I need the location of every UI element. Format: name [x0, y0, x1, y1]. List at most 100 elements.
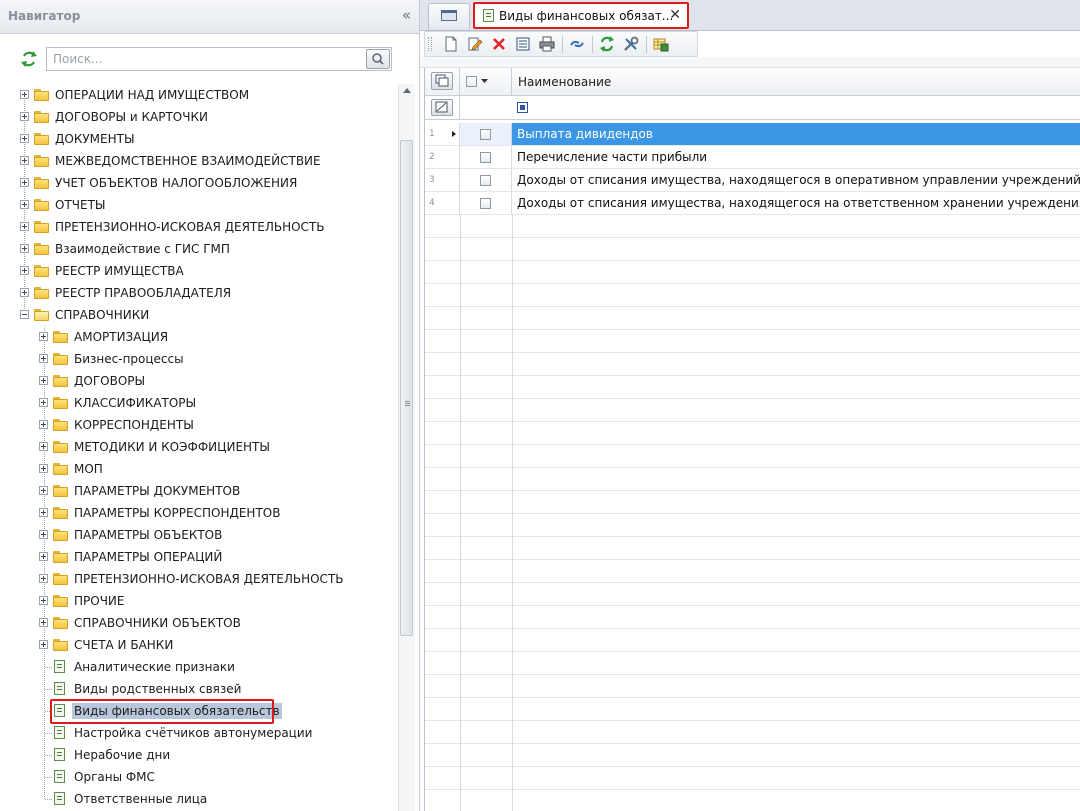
toolbar-grip[interactable] — [428, 37, 432, 51]
expand-icon[interactable] — [20, 156, 29, 165]
expand-icon[interactable] — [20, 178, 29, 187]
tree-node-interagency[interactable]: МЕЖВЕДОМСТВЕННОЕ ВЗАИМОДЕЙСТВИЕ — [0, 150, 398, 172]
tree-node-tax-objects[interactable]: УЧЕТ ОБЪЕКТОВ НАЛОГООБЛОЖЕНИЯ — [0, 172, 398, 194]
column-chooser-button[interactable] — [431, 72, 453, 90]
scroll-thumb[interactable] — [400, 140, 413, 636]
expand-icon[interactable] — [39, 618, 48, 627]
tree-leaf-fms-bodies[interactable]: Органы ФМС — [0, 766, 398, 788]
tree-node-object-params[interactable]: ПАРАМЕТРЫ ОБЪЕКТОВ — [0, 524, 398, 546]
expand-icon[interactable] — [39, 332, 48, 341]
expand-icon[interactable] — [39, 376, 48, 385]
tree-node-operations[interactable]: ОПЕРАЦИИ НАД ИМУЩЕСТВОМ — [0, 84, 398, 106]
select-all-checkbox[interactable] — [466, 76, 477, 87]
tree-node-other[interactable]: ПРОЧИЕ — [0, 590, 398, 612]
new-record-icon[interactable] — [443, 36, 459, 52]
tree-node-accounts-banks[interactable]: СЧЕТА И БАНКИ — [0, 634, 398, 656]
column-header-name[interactable]: Наименование — [512, 68, 1080, 96]
row-checkbox[interactable] — [480, 152, 491, 163]
expand-icon[interactable] — [39, 354, 48, 363]
clear-filter-button[interactable] — [431, 99, 453, 116]
tree-node-claims[interactable]: ПРЕТЕНЗИОННО-ИСКОВАЯ ДЕЯТЕЛЬНОСТЬ — [0, 216, 398, 238]
tree-node-documents[interactable]: ДОКУМЕНТЫ — [0, 128, 398, 150]
tree-leaf-non-working-days[interactable]: Нерабочие дни — [0, 744, 398, 766]
table-row[interactable]: 4 Доходы от списания имущества, находяще… — [425, 192, 1080, 215]
row-name[interactable]: Выплата дивидендов — [512, 123, 1080, 146]
expand-icon[interactable] — [20, 222, 29, 231]
tree-node-correspondent-params[interactable]: ПАРАМЕТРЫ КОРРЕСПОНДЕНТОВ — [0, 502, 398, 524]
edit-record-icon[interactable] — [467, 36, 483, 52]
tree-node-claims-ref[interactable]: ПРЕТЕНЗИОННО-ИСКОВАЯ ДЕЯТЕЛЬНОСТЬ — [0, 568, 398, 590]
search-button[interactable] — [366, 49, 390, 69]
tree-node-classifiers[interactable]: КЛАССИФИКАТОРЫ — [0, 392, 398, 414]
tab-financial-obligations[interactable]: Виды финансовых обязат... ✕ — [473, 2, 689, 29]
table-row[interactable]: 2 Перечисление части прибыли — [425, 146, 1080, 169]
tab-desktop[interactable] — [428, 3, 470, 29]
expand-icon[interactable] — [39, 464, 48, 473]
tree-leaf-kinship-types[interactable]: Виды родственных связей — [0, 678, 398, 700]
row-checkbox[interactable] — [480, 198, 491, 209]
expand-icon[interactable] — [39, 420, 48, 429]
properties-icon[interactable] — [515, 36, 531, 52]
link-icon[interactable] — [569, 36, 585, 52]
expand-icon[interactable] — [39, 398, 48, 407]
select-all-header[interactable] — [460, 68, 512, 96]
expand-icon[interactable] — [20, 288, 29, 297]
tree-node-methods[interactable]: МЕТОДИКИ И КОЭФФИЦИЕНТЫ — [0, 436, 398, 458]
filter-condition-icon[interactable] — [517, 102, 528, 113]
tree-node-label: МЕТОДИКИ И КОЭФФИЦИЕНТЫ — [74, 440, 270, 454]
row-name[interactable]: Доходы от списания имущества, находящего… — [512, 192, 1080, 215]
tree-node-depreciation[interactable]: АМОРТИЗАЦИЯ — [0, 326, 398, 348]
tree-node-object-references[interactable]: СПРАВОЧНИКИ ОБЪЕКТОВ — [0, 612, 398, 634]
tree-node-mop[interactable]: МОП — [0, 458, 398, 480]
refresh-icon[interactable] — [20, 51, 38, 67]
table-row[interactable]: 3 Доходы от списания имущества, находяще… — [425, 169, 1080, 192]
settings-tools-icon[interactable] — [623, 36, 639, 52]
tree-node-references[interactable]: СПРАВОЧНИКИ — [0, 304, 398, 326]
chevron-down-icon[interactable] — [481, 79, 488, 84]
tree-node-rightholder-registry[interactable]: РЕЕСТР ПРАВООБЛАДАТЕЛЯ — [0, 282, 398, 304]
close-icon[interactable]: ✕ — [669, 7, 681, 23]
delete-icon[interactable] — [491, 36, 507, 52]
tree-node-property-registry[interactable]: РЕЕСТР ИМУЩЕСТВА — [0, 260, 398, 282]
expand-icon[interactable] — [20, 244, 29, 253]
tree-node-contracts-cards[interactable]: ДОГОВОРЫ и КАРТОЧКИ — [0, 106, 398, 128]
print-icon[interactable] — [539, 36, 555, 52]
tree-node-business-processes[interactable]: Бизнес-процессы — [0, 348, 398, 370]
tree-node-document-params[interactable]: ПАРАМЕТРЫ ДОКУМЕНТОВ — [0, 480, 398, 502]
expand-icon[interactable] — [20, 134, 29, 143]
expand-icon[interactable] — [20, 90, 29, 99]
row-name[interactable]: Доходы от списания имущества, находящего… — [512, 169, 1080, 192]
tree-leaf-analytic-attributes[interactable]: Аналитические признаки — [0, 656, 398, 678]
tree-leaf-responsible-persons[interactable]: Ответственные лица — [0, 788, 398, 810]
navigator-scrollbar[interactable] — [398, 84, 415, 811]
expand-icon[interactable] — [39, 442, 48, 451]
expand-icon[interactable] — [39, 640, 48, 649]
expand-icon[interactable] — [39, 574, 48, 583]
expand-icon[interactable] — [39, 530, 48, 539]
tree-node-operation-params[interactable]: ПАРАМЕТРЫ ОПЕРАЦИЙ — [0, 546, 398, 568]
row-checkbox[interactable] — [480, 175, 491, 186]
expand-icon[interactable] — [20, 266, 29, 275]
filter-row-name-cell[interactable] — [512, 96, 1080, 120]
collapse-icon[interactable] — [20, 310, 29, 319]
expand-icon[interactable] — [39, 486, 48, 495]
search-input[interactable] — [46, 47, 392, 71]
tree-leaf-autonumber-settings[interactable]: Настройка счётчиков автонумерации — [0, 722, 398, 744]
expand-icon[interactable] — [20, 112, 29, 121]
tree-node-reports[interactable]: ОТЧЕТЫ — [0, 194, 398, 216]
row-name[interactable]: Перечисление части прибыли — [512, 146, 1080, 169]
tree-node-correspondents[interactable]: КОРРЕСПОНДЕНТЫ — [0, 414, 398, 436]
tree-node-gis-gmp[interactable]: Взаимодействие с ГИС ГМП — [0, 238, 398, 260]
expand-icon[interactable] — [39, 552, 48, 561]
collapse-panel-icon[interactable]: « — [402, 6, 411, 24]
expand-icon[interactable] — [39, 596, 48, 605]
export-table-icon[interactable] — [653, 36, 669, 52]
row-checkbox[interactable] — [480, 129, 491, 140]
tree-node-contracts[interactable]: ДОГОВОРЫ — [0, 370, 398, 392]
expand-icon[interactable] — [20, 200, 29, 209]
expand-icon[interactable] — [39, 508, 48, 517]
scroll-up-icon[interactable] — [403, 88, 411, 93]
horizontal-scroll-indicator[interactable] — [420, 57, 1080, 68]
refresh-icon[interactable] — [599, 36, 615, 52]
table-row[interactable]: 1 Выплата дивидендов — [425, 123, 1080, 146]
